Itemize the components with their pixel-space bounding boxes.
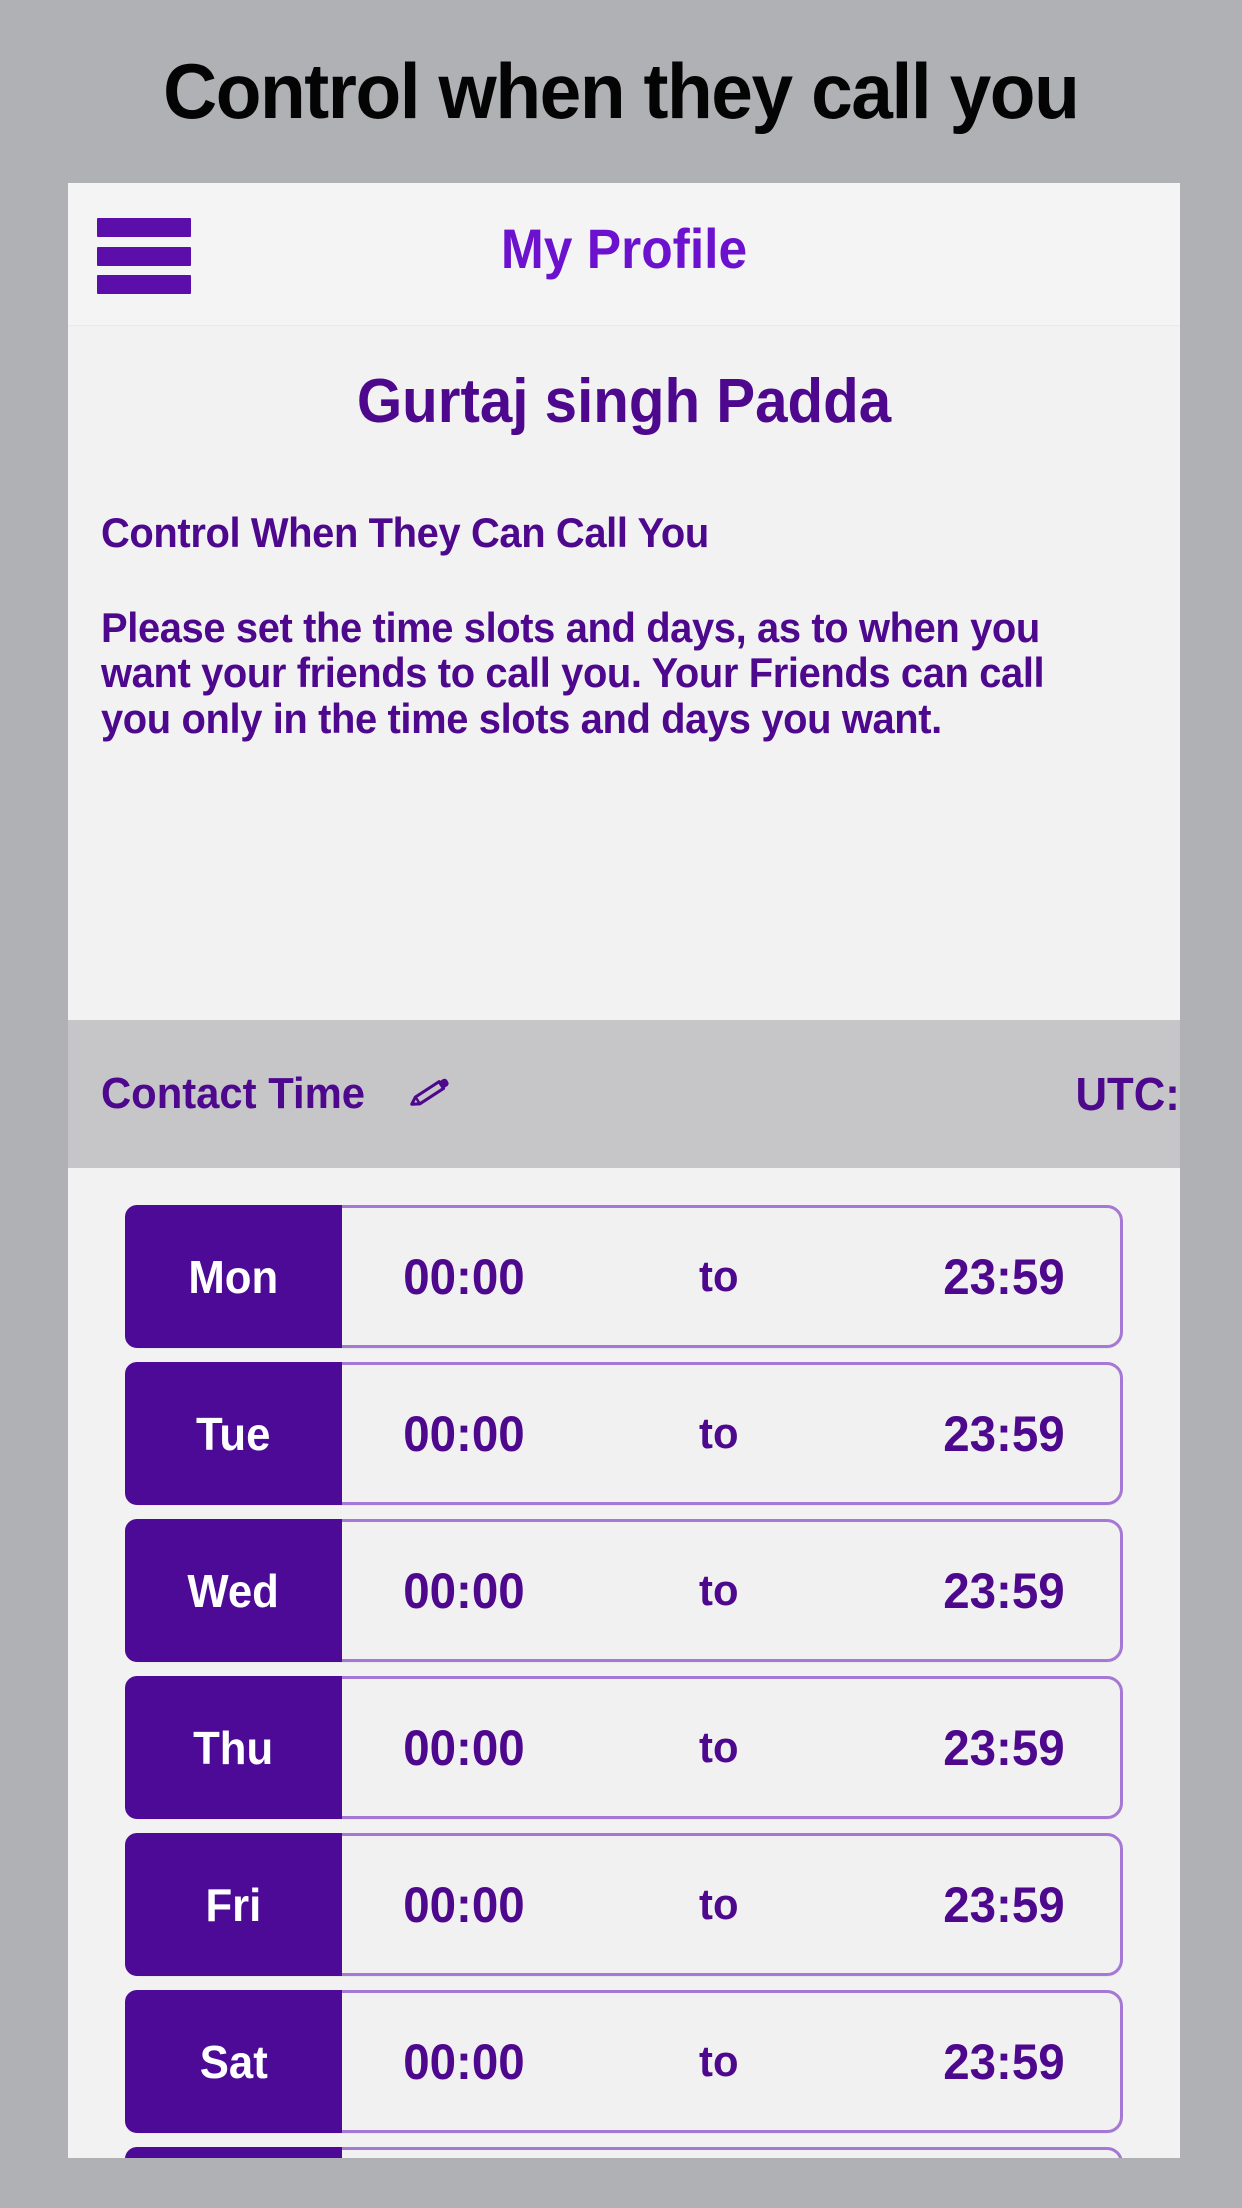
time-range-thu[interactable]: 00:00 to 23:59 (342, 1679, 1120, 1816)
start-time[interactable]: 00:00 (403, 1719, 524, 1777)
day-label: Thu (193, 1721, 274, 1774)
start-time[interactable]: 00:00 (403, 1405, 524, 1463)
start-time[interactable]: 00:00 (403, 1562, 524, 1620)
time-range-wed[interactable]: 00:00 to 23:59 (342, 1522, 1120, 1659)
profile-name: Gurtaj singh Padda (356, 367, 892, 436)
info-heading: Control When They Can Call You (101, 509, 709, 556)
end-time[interactable]: 23:59 (943, 2033, 1064, 2091)
day-chip-sat[interactable]: Sat (125, 1990, 342, 2133)
table-row[interactable]: Wed 00:00 to 23:59 (125, 1519, 1123, 1662)
day-chip-mon[interactable]: Mon (125, 1205, 342, 1348)
day-label: Tue (196, 1407, 271, 1460)
table-row[interactable]: Tue 00:00 to 23:59 (125, 1362, 1123, 1505)
table-row[interactable]: Sun 00:00 to 23:59 (125, 2147, 1123, 2158)
time-separator-label: to (699, 1879, 739, 1929)
end-time[interactable]: 23:59 (943, 1405, 1064, 1463)
time-range-fri[interactable]: 00:00 to 23:59 (342, 1836, 1120, 1973)
table-row[interactable]: Thu 00:00 to 23:59 (125, 1676, 1123, 1819)
end-time[interactable]: 23:59 (943, 1876, 1064, 1934)
start-time[interactable]: 00:00 (403, 1876, 524, 1934)
day-label: Wed (187, 1564, 280, 1617)
time-separator-label: to (699, 1565, 739, 1615)
contact-time-band: Contact Time UTC: (68, 1020, 1180, 1168)
day-chip-wed[interactable]: Wed (125, 1519, 342, 1662)
app-bar: My Profile (68, 183, 1180, 326)
time-separator-label: to (699, 1408, 739, 1458)
table-row[interactable]: Sat 00:00 to 23:59 (125, 1990, 1123, 2133)
day-chip-fri[interactable]: Fri (125, 1833, 342, 1976)
day-chip-tue[interactable]: Tue (125, 1362, 342, 1505)
time-separator-label: to (699, 2036, 739, 2086)
info-block: Control When They Can Call You Please se… (68, 437, 1180, 741)
day-label: Fri (205, 1878, 262, 1931)
pencil-edit-icon[interactable] (407, 1071, 453, 1117)
info-body-text: Please set the time slots and days, as t… (101, 604, 1045, 742)
bottom-strip (0, 2158, 1242, 2208)
app-bar-title: My Profile (500, 217, 748, 280)
day-label: Sat (199, 2035, 268, 2088)
utc-timezone-label: UTC: (1075, 1068, 1180, 1120)
end-time[interactable]: 23:59 (943, 1562, 1064, 1620)
time-range-sat[interactable]: 00:00 to 23:59 (342, 1993, 1120, 2130)
time-range-mon[interactable]: 00:00 to 23:59 (342, 1208, 1120, 1345)
table-row[interactable]: Mon 00:00 to 23:59 (125, 1205, 1123, 1348)
time-range-tue[interactable]: 00:00 to 23:59 (342, 1365, 1120, 1502)
time-range-sun[interactable]: 00:00 to 23:59 (342, 2150, 1120, 2158)
day-chip-thu[interactable]: Thu (125, 1676, 342, 1819)
day-label: Mon (188, 1250, 279, 1303)
banner-headline: Control when they call you (163, 47, 1080, 135)
end-time[interactable]: 23:59 (943, 1719, 1064, 1777)
phone-screen: My Profile Gurtaj singh Padda Control Wh… (68, 183, 1180, 2158)
schedule-list: Mon 00:00 to 23:59 Tue 00:00 to 23:59 We… (68, 1168, 1180, 2158)
start-time[interactable]: 00:00 (403, 2033, 524, 2091)
time-separator-label: to (699, 1722, 739, 1772)
contact-time-label: Contact Time (101, 1069, 366, 1118)
table-row[interactable]: Fri 00:00 to 23:59 (125, 1833, 1123, 1976)
end-time[interactable]: 23:59 (943, 1248, 1064, 1306)
start-time[interactable]: 00:00 (403, 1248, 524, 1306)
time-separator-label: to (699, 1251, 739, 1301)
day-chip-sun[interactable]: Sun (125, 2147, 342, 2158)
page-banner: Control when they call you (0, 0, 1242, 183)
